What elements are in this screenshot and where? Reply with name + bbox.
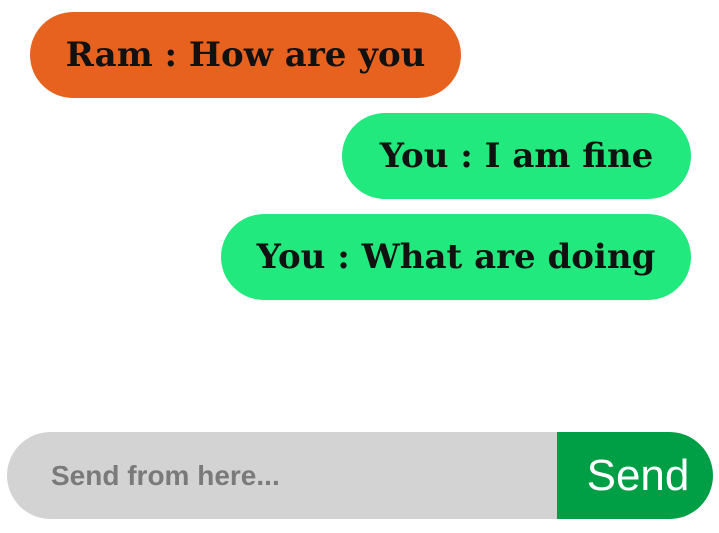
message-bubble-outgoing: You : I am fine bbox=[342, 113, 691, 199]
message-text: Ram : How are you bbox=[65, 35, 426, 75]
message-bubble-incoming: Ram : How are you bbox=[30, 12, 461, 98]
chat-screen: Ram : How are you You : I am fine You : … bbox=[0, 0, 719, 533]
message-text: You : What are doing bbox=[256, 237, 656, 277]
message-text: You : I am fine bbox=[379, 136, 654, 176]
message-bubble-outgoing: You : What are doing bbox=[221, 214, 691, 300]
message-composer: Send bbox=[7, 432, 713, 519]
send-button[interactable]: Send bbox=[557, 432, 713, 519]
message-input[interactable] bbox=[7, 432, 557, 519]
